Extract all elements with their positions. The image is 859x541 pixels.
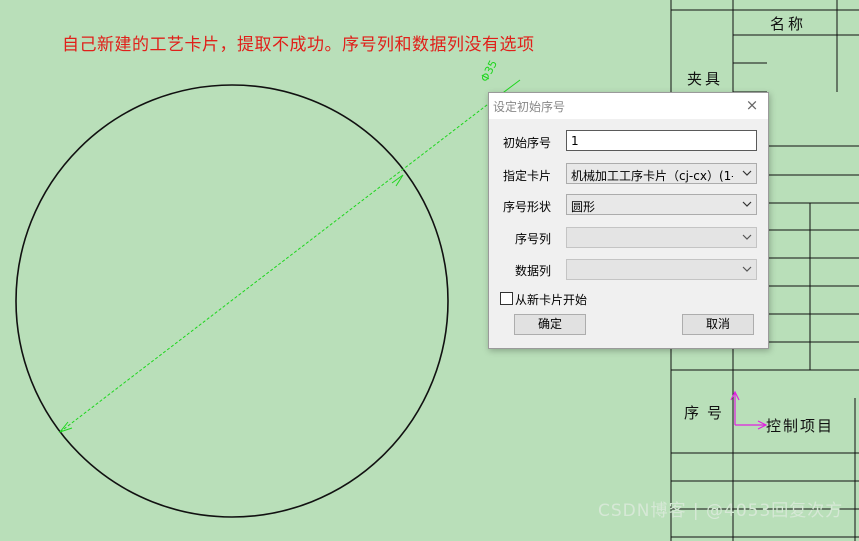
chevron-down-icon <box>742 266 752 272</box>
data-col-select[interactable] <box>566 259 757 280</box>
cancel-button[interactable]: 取消 <box>682 314 754 335</box>
card-select[interactable]: 机械加工工序卡片（cj-cx）(1-铁 <box>566 163 757 184</box>
start-no-value: 1 <box>571 134 579 148</box>
dialog-titlebar[interactable]: 设定初始序号 × <box>489 93 768 119</box>
diameter-dimension <box>58 79 521 434</box>
close-icon[interactable]: × <box>744 96 760 114</box>
new-card-checkbox[interactable] <box>500 292 513 305</box>
card-label: 指定卡片 <box>502 169 551 183</box>
start-no-label: 初始序号 <box>502 136 551 150</box>
chevron-down-icon <box>742 170 752 176</box>
shape-select-value: 圆形 <box>571 200 596 214</box>
shape-select[interactable]: 圆形 <box>566 194 757 215</box>
ok-button[interactable]: 确定 <box>514 314 586 335</box>
dialog-title: 设定初始序号 <box>493 100 566 114</box>
seq-col-label: 序号列 <box>514 232 551 246</box>
shape-label: 序号形状 <box>502 200 551 214</box>
table-label-seq: 序号 <box>684 404 731 422</box>
set-initial-number-dialog: 设定初始序号 × 初始序号 1 指定卡片 机械加工工序卡片（cj-cx）(1-铁… <box>488 92 769 349</box>
start-no-input[interactable]: 1 <box>566 130 757 151</box>
chevron-down-icon <box>742 234 752 240</box>
table-label-control-item: 控制项目 <box>766 417 835 435</box>
data-col-label: 数据列 <box>514 264 551 278</box>
part-circle <box>15 84 449 518</box>
table-header-name: 名称 <box>770 15 807 33</box>
card-select-value: 机械加工工序卡片（cj-cx）(1-铁 <box>571 169 733 183</box>
ucs-axis-icon <box>730 390 768 430</box>
annotation-text: 自己新建的工艺卡片，提取不成功。序号列和数据列没有选项 <box>62 35 535 55</box>
chevron-down-icon <box>742 201 752 207</box>
new-card-checkbox-label[interactable]: 从新卡片开始 <box>515 291 587 308</box>
table-label-fixture: 夹具 <box>687 70 724 88</box>
watermark-text: CSDN博客 | @4053回复次方 <box>598 501 844 521</box>
seq-col-select[interactable] <box>566 227 757 248</box>
